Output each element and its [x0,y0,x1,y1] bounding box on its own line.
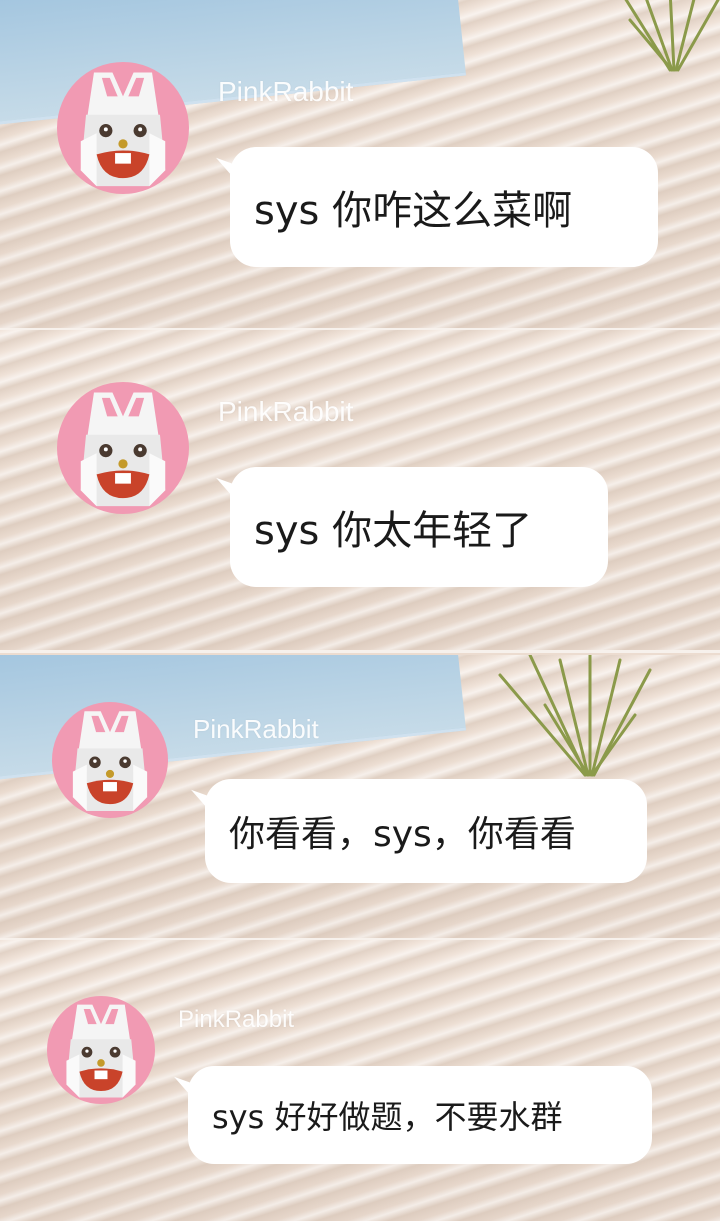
avatar[interactable] [57,382,189,514]
message-bubble[interactable]: sys 你太年轻了 [230,467,608,587]
grass-plant-icon [624,0,720,72]
message-bubble[interactable]: 你看看，sys，你看看 [205,779,647,883]
message-text: 你看看，sys，你看看 [229,814,576,855]
message-bubble[interactable]: sys 你咋这么菜啊 [230,147,658,267]
avatar[interactable] [47,996,155,1104]
message-text: sys 你咋这么菜啊 [254,188,573,234]
username: PinkRabbit [193,714,319,744]
username: PinkRabbit [178,1006,295,1033]
message-text: sys 好好做题，不要水群 [212,1098,563,1136]
rabbit-avatar-icon [80,392,166,507]
message-bubble[interactable]: sys 好好做题，不要水群 [188,1066,652,1164]
rabbit-avatar-icon [72,711,148,812]
rabbit-avatar-icon [66,1004,136,1098]
message-text: sys 你太年轻了 [254,508,533,554]
username: PinkRabbit [218,76,354,107]
rabbit-avatar-icon [80,72,166,187]
avatar[interactable] [57,62,189,194]
username: PinkRabbit [218,396,354,427]
avatar[interactable] [52,702,168,818]
grass-plant-icon [498,655,652,777]
